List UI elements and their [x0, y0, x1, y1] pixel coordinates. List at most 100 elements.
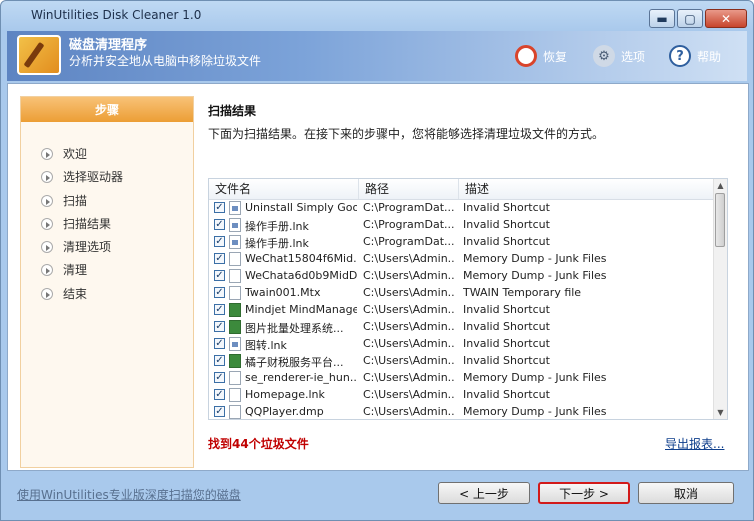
step-bullet-icon: [41, 194, 53, 207]
vertical-scrollbar[interactable]: ▲ ▼: [713, 179, 727, 419]
row-checkbox[interactable]: ✓: [214, 389, 225, 400]
file-icon: [229, 371, 241, 385]
cell-path: C:\Users\Admin...: [363, 269, 455, 282]
cell-path: C:\Users\Admin...: [363, 354, 455, 367]
cell-file-name: Twain001.Mtx: [245, 286, 321, 299]
column-header-name[interactable]: 文件名: [209, 179, 359, 199]
row-checkbox[interactable]: ✓: [214, 355, 225, 366]
page-title: 扫描结果: [208, 104, 257, 118]
table-row[interactable]: ✓ se_renderer-ie_hun... C:\Users\Admin... M…: [209, 370, 713, 387]
step-bullet-icon: [41, 170, 53, 183]
table-row[interactable]: ✓ Uninstall Simply Goo... C:\ProgramDat...…: [209, 200, 713, 217]
step-select-drive: 选择驱动器: [41, 168, 123, 185]
table-row[interactable]: ✓ 图转.lnk C:\Users\Admin... Invalid Shortcut: [209, 336, 713, 353]
gear-icon: ⚙: [593, 45, 615, 67]
step-label: 选择驱动器: [63, 170, 124, 184]
step-label: 结束: [63, 287, 88, 301]
row-checkbox[interactable]: ✓: [214, 202, 225, 213]
cell-file-name: WeChata6d0b9MidD...: [245, 269, 357, 282]
file-icon: [229, 388, 241, 402]
header-subtitle: 分析并安全地从电脑中移除垃圾文件: [69, 54, 262, 68]
cell-file-name: 操作手册.lnk: [245, 237, 309, 250]
steps-panel: 步骤 欢迎 选择驱动器 扫描 扫描结果 清理选项 清理 结束: [20, 96, 194, 468]
step-bullet-icon: [41, 240, 53, 253]
table-header: 文件名 路径 描述: [209, 179, 713, 200]
step-label: 清理: [63, 263, 88, 277]
restore-button[interactable]: 恢复: [515, 45, 567, 67]
cell-file-name: se_renderer-ie_hun...: [245, 371, 357, 384]
scroll-up-icon[interactable]: ▲: [714, 179, 727, 192]
row-checkbox[interactable]: ✓: [214, 236, 225, 247]
row-checkbox[interactable]: ✓: [214, 372, 225, 383]
help-button[interactable]: ? 帮助: [669, 45, 721, 67]
step-label: 欢迎: [63, 147, 88, 161]
file-icon: [229, 354, 241, 368]
found-count-text: 找到44个垃圾文件: [208, 437, 309, 451]
scroll-down-icon[interactable]: ▼: [714, 406, 727, 419]
minimize-button[interactable]: ▬: [649, 9, 675, 28]
app-window: WinUtilities Disk Cleaner 1.0 ▬ ▢ ✕ 磁盘清理…: [0, 0, 754, 521]
cell-path: C:\Users\Admin...: [363, 320, 455, 333]
title-bar[interactable]: WinUtilities Disk Cleaner 1.0 ▬ ▢ ✕: [1, 1, 753, 31]
cell-path: C:\Users\Admin...: [363, 405, 455, 418]
cell-description: Invalid Shortcut: [463, 388, 550, 401]
file-icon: [229, 218, 241, 232]
cell-path: C:\Users\Admin...: [363, 286, 455, 299]
previous-button[interactable]: < 上一步: [438, 482, 530, 504]
file-icon: [229, 235, 241, 249]
scrollbar-thumb[interactable]: [715, 193, 725, 247]
step-bullet-icon: [41, 263, 53, 276]
table-row[interactable]: ✓ Twain001.Mtx C:\Users\Admin... TWAIN Temp…: [209, 285, 713, 302]
deep-scan-link[interactable]: 使用WinUtilities专业版深度扫描您的磁盘: [17, 486, 241, 503]
cell-description: Invalid Shortcut: [463, 235, 550, 248]
cell-description: Invalid Shortcut: [463, 303, 550, 316]
cell-path: C:\Users\Admin...: [363, 371, 455, 384]
cell-description: Invalid Shortcut: [463, 201, 550, 214]
step-finish: 结束: [41, 285, 87, 302]
step-welcome: 欢迎: [41, 145, 87, 162]
table-row[interactable]: ✓ 图片批量处理系统... C:\Users\Admin... Invalid Sho…: [209, 319, 713, 336]
close-button[interactable]: ✕: [705, 9, 747, 28]
cell-description: Invalid Shortcut: [463, 320, 550, 333]
results-table: 文件名 路径 描述 ✓ Uninstall Simply Goo... C:\Pro…: [208, 178, 728, 420]
row-checkbox[interactable]: ✓: [214, 338, 225, 349]
cell-file-name: 橘子财税服务平台...: [245, 356, 344, 369]
help-icon: ?: [669, 45, 691, 67]
maximize-button[interactable]: ▢: [677, 9, 703, 28]
header-title: 磁盘清理程序: [69, 38, 148, 53]
file-icon: [229, 337, 241, 351]
table-row[interactable]: ✓ Homepage.lnk C:\Users\Admin... Invalid Sh…: [209, 387, 713, 404]
cell-description: Memory Dump - Junk Files: [463, 252, 607, 265]
step-clean: 清理: [41, 261, 87, 278]
row-checkbox[interactable]: ✓: [214, 287, 225, 298]
options-button[interactable]: ⚙ 选项: [593, 45, 645, 67]
file-icon: [229, 303, 241, 317]
step-bullet-icon: [41, 287, 53, 300]
cell-description: Memory Dump - Junk Files: [463, 371, 607, 384]
cell-description: Invalid Shortcut: [463, 218, 550, 231]
column-header-path[interactable]: 路径: [359, 179, 459, 199]
row-checkbox[interactable]: ✓: [214, 406, 225, 417]
table-row[interactable]: ✓ QQPlayer.dmp C:\Users\Admin... Memory Dum…: [209, 404, 713, 419]
table-row[interactable]: ✓ Mindjet MindManage... C:\Users\Admin... I…: [209, 302, 713, 319]
row-checkbox[interactable]: ✓: [214, 219, 225, 230]
row-checkbox[interactable]: ✓: [214, 321, 225, 332]
table-row[interactable]: ✓ 操作手册.lnk C:\ProgramDat... Invalid Shortcu…: [209, 217, 713, 234]
cancel-button[interactable]: 取消: [638, 482, 734, 504]
column-header-description[interactable]: 描述: [459, 179, 713, 199]
row-checkbox[interactable]: ✓: [214, 253, 225, 264]
options-label: 选项: [621, 49, 646, 64]
step-label: 扫描结果: [63, 217, 112, 231]
table-body: ✓ Uninstall Simply Goo... C:\ProgramDat...…: [209, 200, 713, 419]
main-content: 步骤 欢迎 选择驱动器 扫描 扫描结果 清理选项 清理 结束 扫描结果 下面为扫…: [7, 83, 749, 471]
export-report-link[interactable]: 导出报表...: [665, 435, 724, 452]
step-label: 清理选项: [63, 240, 112, 254]
table-row[interactable]: ✓ 操作手册.lnk C:\ProgramDat... Invalid Shortcu…: [209, 234, 713, 251]
row-checkbox[interactable]: ✓: [214, 270, 225, 281]
table-row[interactable]: ✓ 橘子财税服务平台... C:\Users\Admin... Invalid Sho…: [209, 353, 713, 370]
table-row[interactable]: ✓ WeChat15804f6Mid... C:\Users\Admin... Mem…: [209, 251, 713, 268]
next-button[interactable]: 下一步 >: [538, 482, 630, 504]
row-checkbox[interactable]: ✓: [214, 304, 225, 315]
cell-path: C:\Users\Admin...: [363, 388, 455, 401]
table-row[interactable]: ✓ WeChata6d0b9MidD... C:\Users\Admin... Mem…: [209, 268, 713, 285]
